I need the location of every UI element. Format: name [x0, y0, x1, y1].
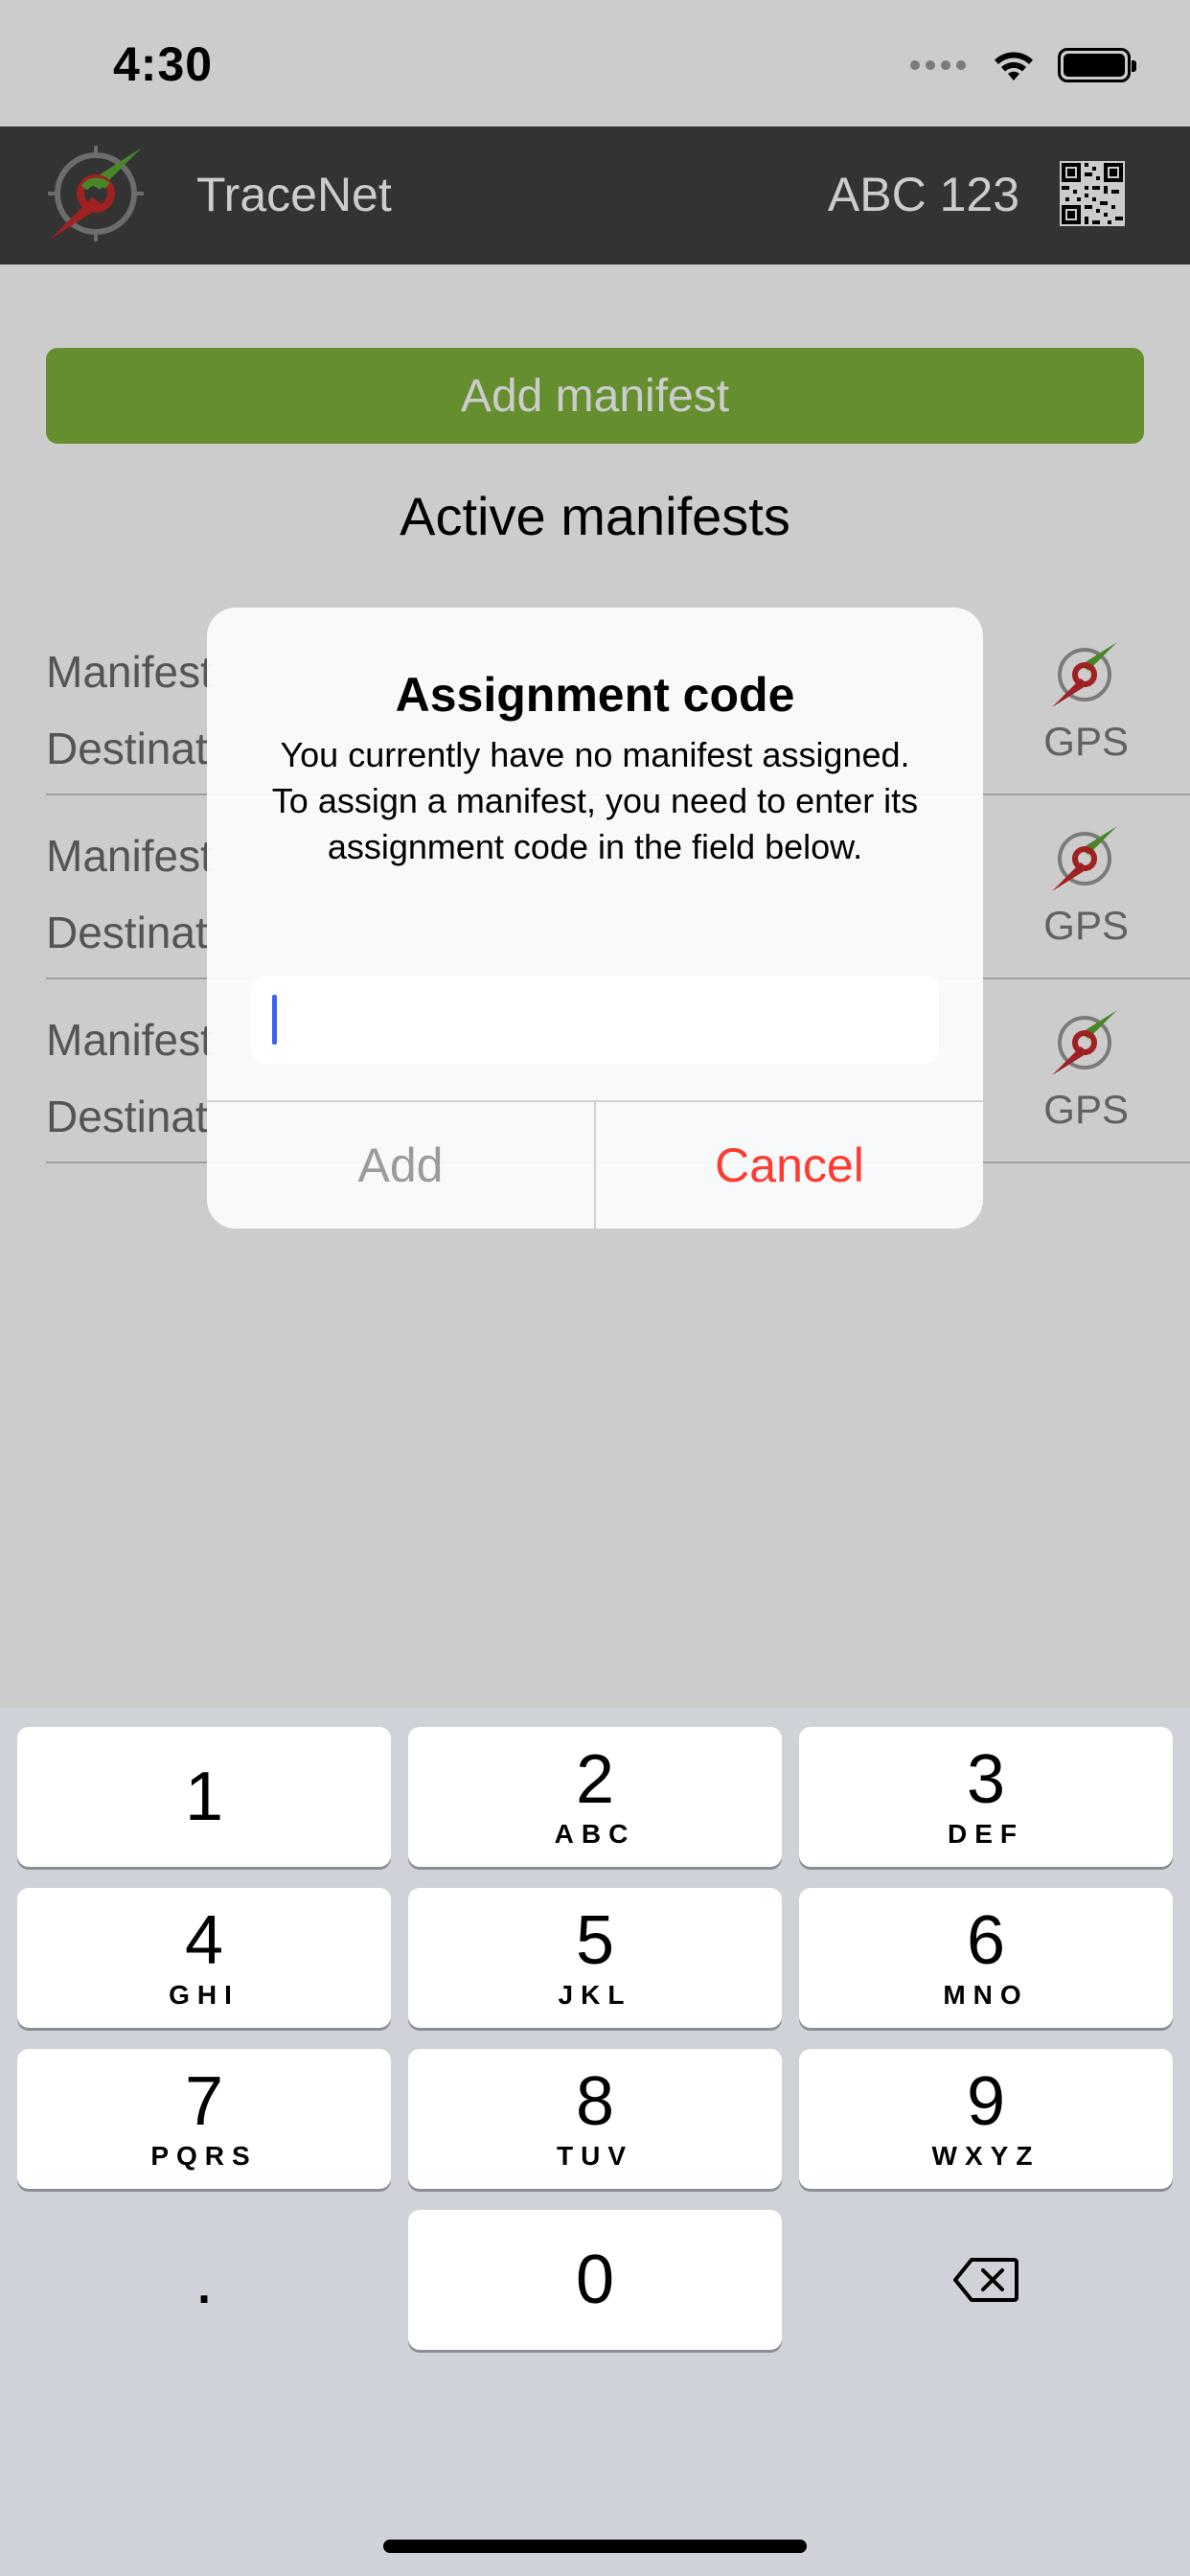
key-8[interactable]: 8 TUV	[408, 2049, 782, 2189]
key-letters: GHI	[169, 1980, 240, 2010]
key-letters: TUV	[557, 2141, 633, 2171]
key-number: 4	[184, 1902, 224, 1979]
key-3[interactable]: 3 DEF	[799, 1727, 1173, 1867]
key-decimal[interactable]: .	[17, 2210, 391, 2350]
key-letters: WXYZ	[931, 2141, 1041, 2171]
backspace-icon	[953, 2258, 1018, 2302]
key-number: 9	[966, 2063, 1006, 2140]
numeric-keypad: 1 2 ABC 3 DEF 4 GHI 5 JKL 6 MNO 7 PQRS 8…	[0, 1708, 1190, 2576]
key-letters: PQRS	[150, 2141, 258, 2171]
dialog-message: You currently have no manifest assigned.…	[271, 735, 919, 866]
key-number: 3	[966, 1741, 1006, 1818]
key-5[interactable]: 5 JKL	[408, 1888, 782, 2028]
cancel-button[interactable]: Cancel	[596, 1102, 983, 1229]
key-2[interactable]: 2 ABC	[408, 1727, 782, 1867]
dialog-title: Assignment code	[395, 668, 795, 722]
text-caret	[272, 995, 277, 1045]
key-letters: MNO	[943, 1980, 1029, 2010]
assignment-code-input[interactable]	[251, 976, 939, 1064]
key-number: 7	[184, 2063, 224, 2140]
key-0[interactable]: 0	[408, 2210, 782, 2350]
key-6[interactable]: 6 MNO	[799, 1888, 1173, 2028]
home-indicator[interactable]	[383, 2540, 807, 2553]
key-4[interactable]: 4 GHI	[17, 1888, 391, 2028]
key-number: 0	[575, 2242, 615, 2318]
key-number: 8	[575, 2063, 615, 2140]
key-delete[interactable]	[799, 2210, 1173, 2350]
key-number: 1	[184, 1759, 224, 1835]
add-button[interactable]: Add	[207, 1102, 594, 1229]
key-number: 2	[575, 1741, 615, 1818]
key-number: .	[194, 2242, 214, 2318]
assignment-code-dialog: Assignment code You currently have no ma…	[207, 608, 983, 1229]
key-9[interactable]: 9 WXYZ	[799, 2049, 1173, 2189]
key-letters: DEF	[948, 1819, 1024, 1849]
key-number: 5	[575, 1902, 615, 1979]
key-letters: ABC	[554, 1819, 636, 1849]
key-letters: JKL	[558, 1980, 632, 2010]
key-1[interactable]: 1	[17, 1727, 391, 1867]
key-number: 6	[966, 1902, 1006, 1979]
key-7[interactable]: 7 PQRS	[17, 2049, 391, 2189]
